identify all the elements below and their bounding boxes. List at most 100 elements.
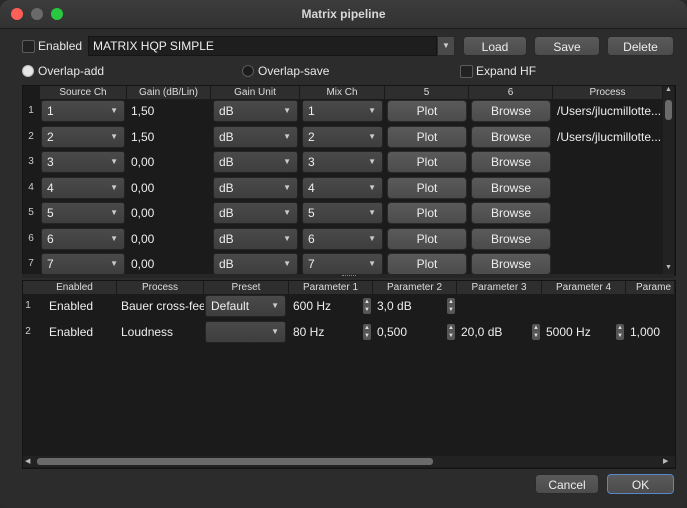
gain-value[interactable]: 1,50 xyxy=(127,100,211,122)
gain-unit-select[interactable]: dB ▼ xyxy=(213,176,298,199)
ok-button[interactable]: OK xyxy=(607,474,674,494)
matrix-column-header: Process xyxy=(553,86,663,99)
expand-hf-checkbox[interactable] xyxy=(460,65,473,78)
gain-unit-select[interactable]: dB ▼ xyxy=(213,125,298,148)
process-name: Loudness xyxy=(121,324,174,339)
preset-name-field[interactable]: MATRIX HQP SIMPLE xyxy=(88,36,437,56)
gain-value[interactable]: 0,00 xyxy=(127,202,211,224)
overlap-save-radio[interactable] xyxy=(242,65,254,77)
plot-button[interactable]: Plot xyxy=(387,176,467,199)
title-bar: Matrix pipeline xyxy=(0,0,687,29)
matrix-vertical-scrollbar[interactable]: ▲ ▼ xyxy=(663,86,674,275)
browse-button[interactable]: Browse xyxy=(471,100,551,122)
mix-channel-value: 2 xyxy=(308,129,315,144)
scroll-left-icon[interactable]: ◀ xyxy=(25,456,35,467)
chevron-down-icon: ▼ xyxy=(283,106,291,115)
browse-button[interactable]: Browse xyxy=(471,125,551,148)
browse-button[interactable]: Browse xyxy=(471,202,551,224)
load-button[interactable]: Load xyxy=(463,36,527,56)
browse-button[interactable]: Browse xyxy=(471,253,551,275)
cancel-button[interactable]: Cancel xyxy=(535,474,599,494)
mix-channel-select[interactable]: 1 ▼ xyxy=(302,100,383,122)
source-channel-select[interactable]: 7 ▼ xyxy=(41,253,125,275)
preset-select[interactable]: ▼ xyxy=(205,320,286,343)
gain-unit-select[interactable]: dB ▼ xyxy=(213,227,298,250)
plot-button[interactable]: Plot xyxy=(387,125,467,148)
save-button[interactable]: Save xyxy=(534,36,600,56)
process-path xyxy=(553,202,663,224)
gain-value[interactable]: 0,00 xyxy=(127,176,211,199)
scrollbar-thumb[interactable] xyxy=(665,100,672,120)
scrollbar-thumb[interactable] xyxy=(37,458,433,465)
table-splitter[interactable] xyxy=(22,274,674,278)
browse-button[interactable]: Browse xyxy=(471,227,551,250)
enabled-checkbox[interactable] xyxy=(22,40,35,53)
parameter-1-spinbox[interactable]: 80 Hz ▲ ▼ xyxy=(289,321,373,343)
filter-horizontal-scrollbar[interactable]: ◀ ▶ xyxy=(23,456,675,467)
gain-value[interactable]: 0,00 xyxy=(127,253,211,275)
parameter-5-value[interactable]: 1,000 xyxy=(626,321,675,343)
delete-button[interactable]: Delete xyxy=(607,36,674,56)
gain-unit-select[interactable]: dB ▼ xyxy=(213,100,298,122)
stepper-arrows-icon[interactable]: ▲ ▼ xyxy=(363,298,371,314)
browse-button[interactable]: Browse xyxy=(471,151,551,173)
stepper-arrows-icon[interactable]: ▲ ▼ xyxy=(447,323,455,340)
plot-button[interactable]: Plot xyxy=(387,100,467,122)
gain-value[interactable]: 1,50 xyxy=(127,125,211,148)
chevron-down-icon: ▼ xyxy=(368,233,376,243)
gain-unit-select[interactable]: dB ▼ xyxy=(213,253,298,275)
gain-unit-select[interactable]: dB ▼ xyxy=(213,151,298,173)
preset-select[interactable]: Default ▼ xyxy=(205,295,286,317)
scroll-down-icon[interactable]: ▼ xyxy=(664,264,673,274)
gain-value[interactable]: 0,00 xyxy=(127,151,211,173)
filter-column-header: Parameter 3 xyxy=(457,281,542,294)
chevron-down-icon: ▼ xyxy=(110,182,118,192)
gain-value[interactable]: 0,00 xyxy=(127,227,211,250)
mix-channel-select[interactable]: 2 ▼ xyxy=(302,125,383,148)
source-channel-select[interactable]: 2 ▼ xyxy=(41,125,125,148)
overlap-add-radio[interactable] xyxy=(22,65,34,77)
chevron-down-icon: ▼ xyxy=(271,301,279,310)
stepper-arrows-icon[interactable]: ▲ ▼ xyxy=(532,323,540,340)
preset-dropdown-arrow[interactable]: ▼ xyxy=(437,36,455,56)
chevron-down-icon: ▼ xyxy=(271,326,279,336)
source-channel-select[interactable]: 3 ▼ xyxy=(41,151,125,173)
mix-channel-select[interactable]: 6 ▼ xyxy=(302,227,383,250)
chevron-down-icon: ▼ xyxy=(368,259,376,268)
row-number: 1 xyxy=(25,300,31,311)
stepper-arrows-icon[interactable]: ▲ ▼ xyxy=(447,298,455,314)
parameter-3-spinbox[interactable]: 20,0 dB ▲ ▼ xyxy=(457,321,542,343)
process-path xyxy=(553,253,663,275)
browse-button[interactable]: Browse xyxy=(471,176,551,199)
scroll-right-icon[interactable]: ▶ xyxy=(663,456,673,467)
parameter-1-spinbox[interactable]: 600 Hz ▲ ▼ xyxy=(289,295,373,317)
mix-channel-select[interactable]: 3 ▼ xyxy=(302,151,383,173)
filter-table: Enabled Process Preset Parameter 1 Parameter… xyxy=(22,280,676,469)
source-channel-value: 3 xyxy=(47,155,54,169)
mix-channel-select[interactable]: 5 ▼ xyxy=(302,202,383,224)
plot-button[interactable]: Plot xyxy=(387,151,467,173)
parameter-2-spinbox[interactable]: 3,0 dB ▲ ▼ xyxy=(373,295,457,317)
parameter-2-spinbox[interactable]: 0,500 ▲ ▼ xyxy=(373,321,457,343)
plot-button[interactable]: Plot xyxy=(387,202,467,224)
chevron-down-icon: ▼ xyxy=(283,182,291,192)
source-channel-select[interactable]: 1 ▼ xyxy=(41,100,125,122)
parameter-4-spinbox[interactable]: 5000 Hz ▲ ▼ xyxy=(542,321,626,343)
plot-button[interactable]: Plot xyxy=(387,253,467,275)
mix-channel-select[interactable]: 4 ▼ xyxy=(302,176,383,199)
gain-unit-select[interactable]: dB ▼ xyxy=(213,202,298,224)
enabled-status[interactable]: Enabled xyxy=(45,295,117,317)
mix-channel-value: 5 xyxy=(308,206,315,220)
stepper-arrows-icon[interactable]: ▲ ▼ xyxy=(363,323,371,340)
scroll-up-icon[interactable]: ▲ xyxy=(664,86,673,96)
source-channel-select[interactable]: 6 ▼ xyxy=(41,227,125,250)
enabled-status[interactable]: Enabled xyxy=(45,321,117,343)
source-channel-select[interactable]: 5 ▼ xyxy=(41,202,125,224)
source-channel-select[interactable]: 4 ▼ xyxy=(41,176,125,199)
plot-button[interactable]: Plot xyxy=(387,227,467,250)
filter-column-header: Parameter 1 xyxy=(289,281,373,294)
matrix-column-header: Gain Unit xyxy=(211,86,300,99)
mix-channel-select[interactable]: 7 ▼ xyxy=(302,253,383,275)
stepper-arrows-icon[interactable]: ▲ ▼ xyxy=(616,323,624,340)
gain-unit-value: dB xyxy=(219,206,234,220)
